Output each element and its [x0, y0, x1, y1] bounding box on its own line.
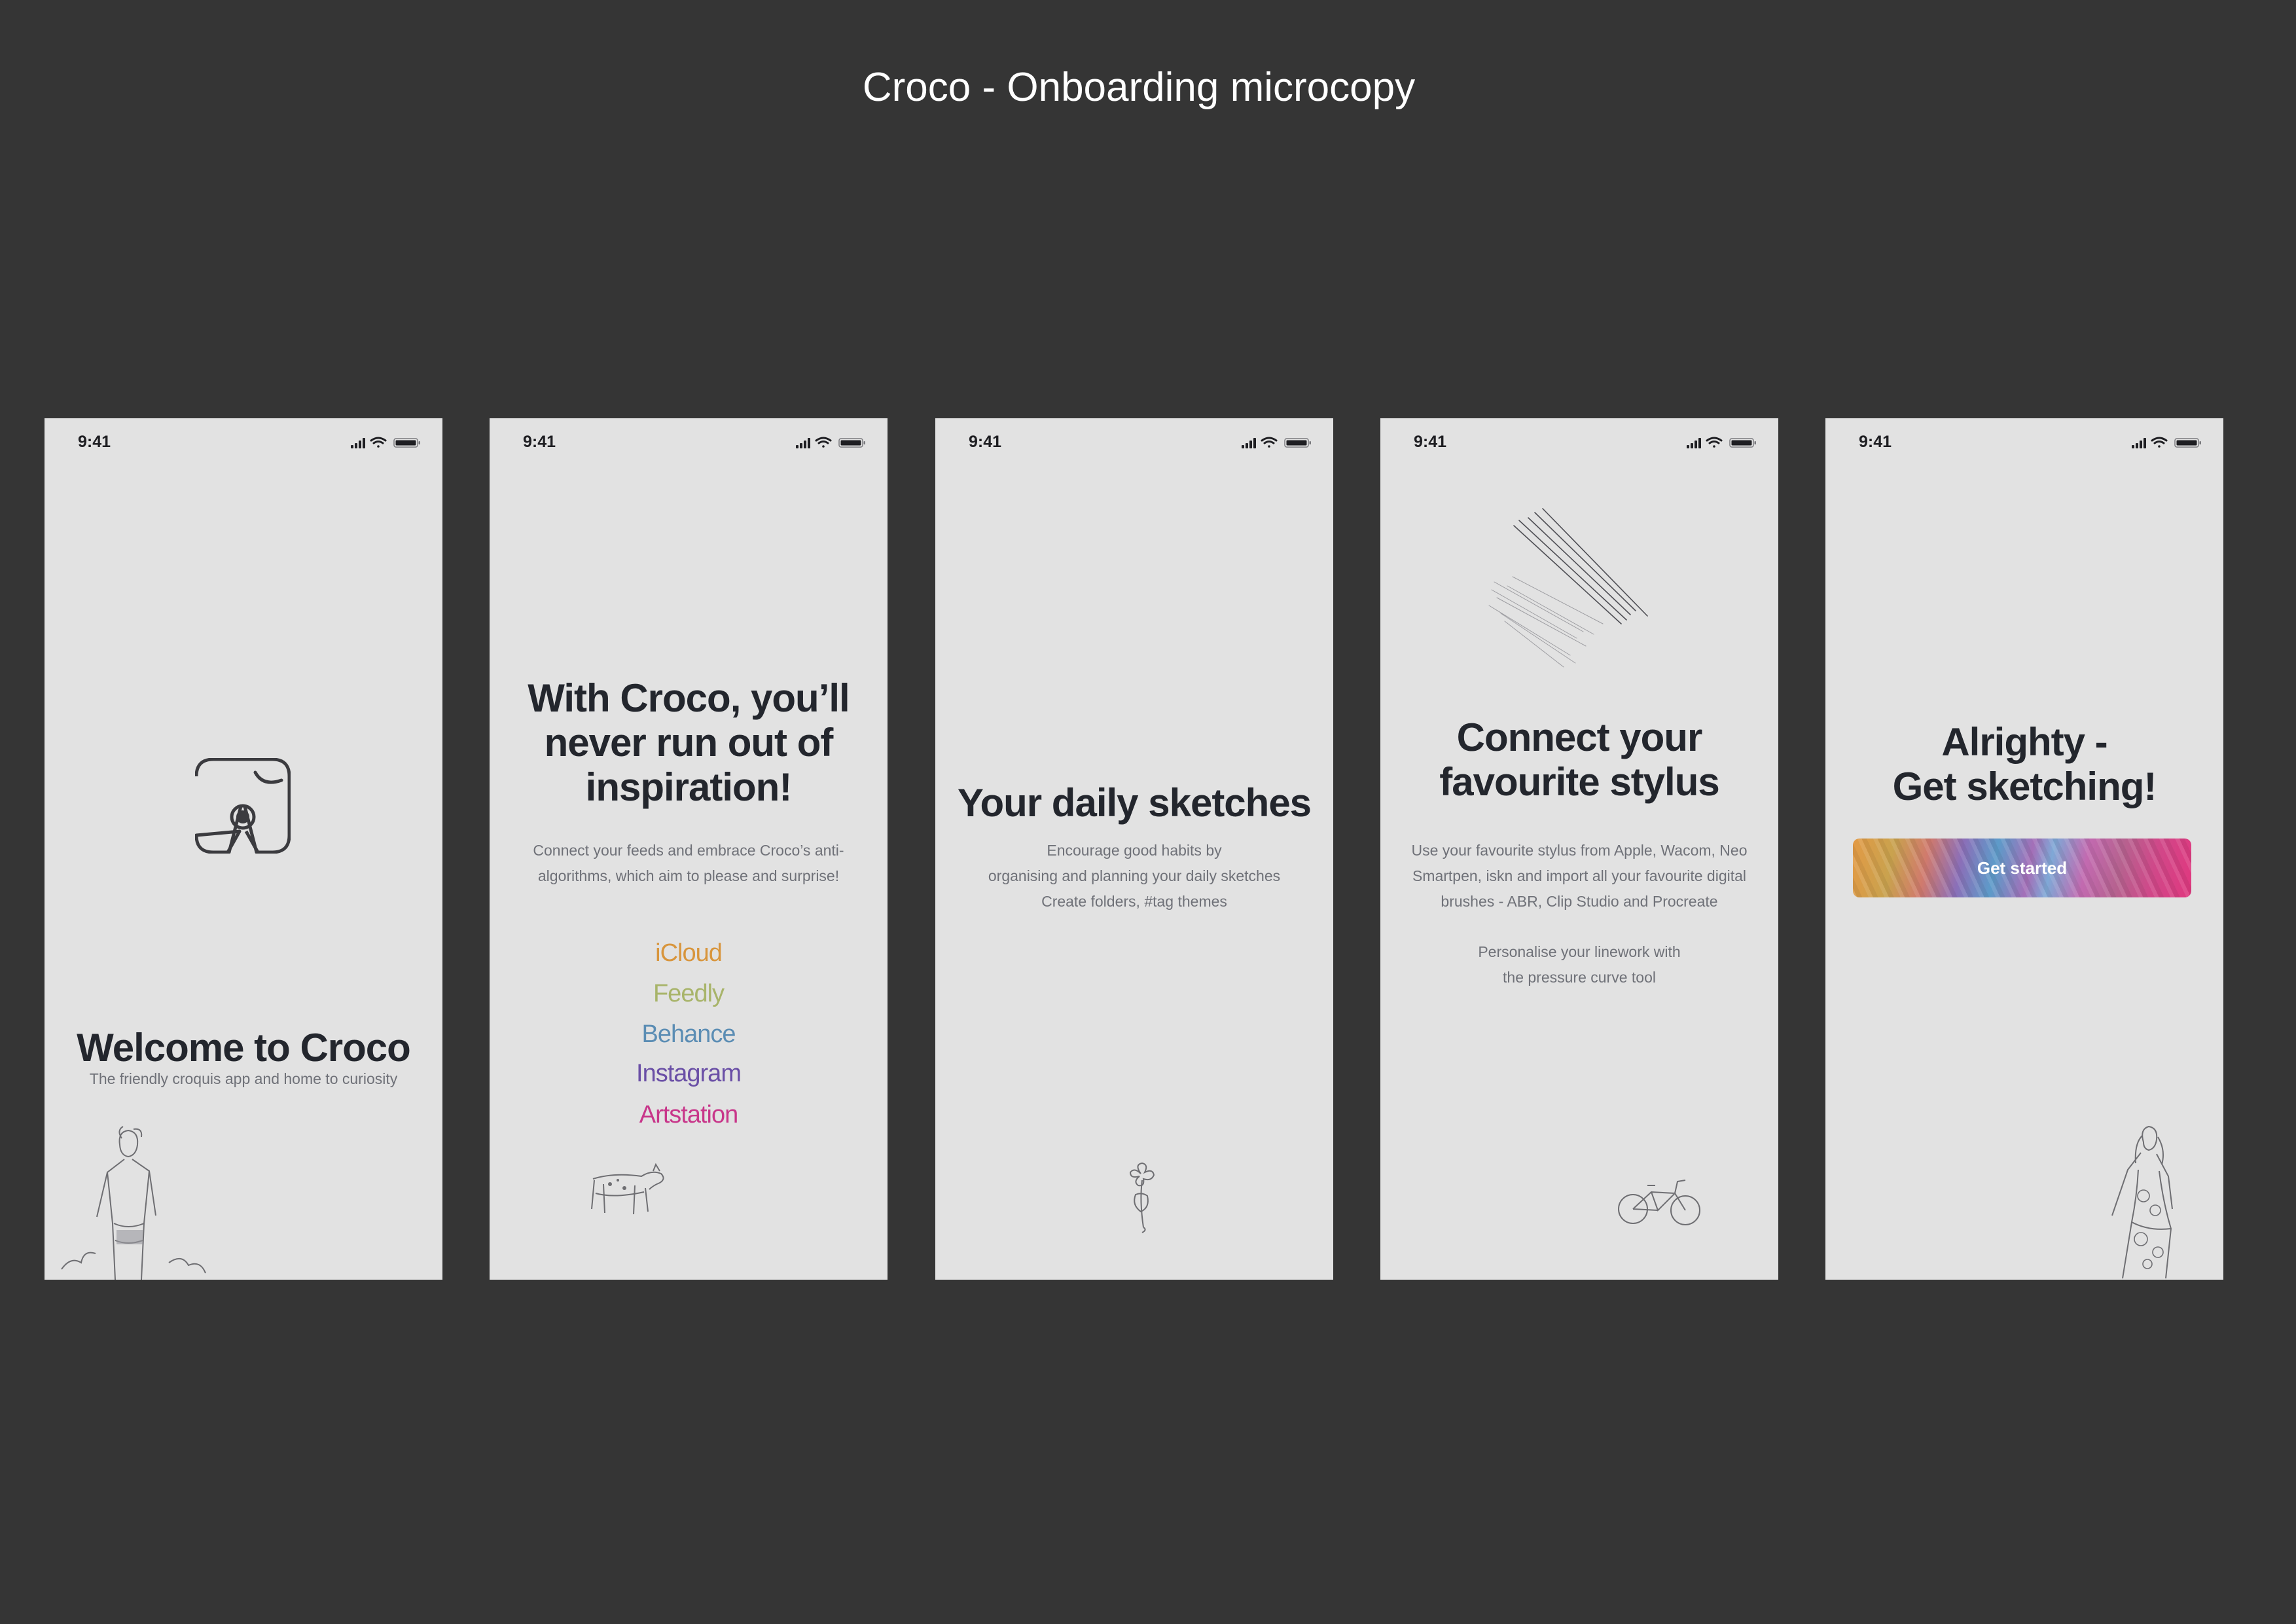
wifi-icon [815, 437, 832, 448]
wifi-icon [370, 437, 387, 448]
screen-body-secondary: Personalise your linework with the press… [1478, 943, 1681, 986]
screen-heading: Welcome to Croco [77, 1026, 411, 1070]
cellular-signal-icon [1687, 438, 1701, 448]
status-icons [1687, 437, 1756, 448]
status-bar: 9:41 [1825, 418, 2223, 464]
dog-sketch-illustration [591, 1163, 664, 1215]
bicycle-sketch-illustration [1618, 1180, 1700, 1225]
pencil-strokes-illustration [1488, 508, 1648, 668]
screen-welcome: 9:41 Welcome to Croco The friendly croqu… [45, 418, 442, 1280]
status-bar: 9:41 [490, 418, 888, 464]
status-time: 9:41 [1859, 433, 1892, 451]
screen-heading: Connect your favourite stylus [1439, 715, 1719, 804]
status-bar: 9:41 [45, 418, 442, 464]
screen-heading: Your daily sketches [957, 781, 1312, 825]
battery-icon [1284, 438, 1311, 448]
status-time: 9:41 [523, 433, 556, 451]
battery-icon [2174, 438, 2201, 448]
status-bar: 9:41 [935, 418, 1333, 464]
service-link-feedly[interactable]: Feedly [490, 980, 888, 1008]
status-time: 9:41 [1414, 433, 1447, 451]
service-link-icloud[interactable]: iCloud [490, 939, 888, 967]
page-title: Croco - Onboarding microcopy [862, 65, 1416, 110]
screen-heading: Alrighty - Get sketching! [1892, 720, 2157, 808]
screen-stylus: 9:41 Connect your favourite stylus Use y… [1380, 418, 1778, 1280]
cellular-signal-icon [796, 438, 810, 448]
screen-get-sketching: 9:41 Alrighty - Get sketching! Get start… [1825, 418, 2223, 1280]
woman-dress-sketch-illustration [2111, 1125, 2173, 1279]
battery-icon [1729, 438, 1756, 448]
status-time: 9:41 [969, 433, 1002, 451]
cellular-signal-icon [2132, 438, 2146, 448]
screen-heading: With Croco, you’ll never run out of insp… [528, 676, 850, 809]
status-bar: 9:41 [1380, 418, 1778, 464]
service-link-artstation[interactable]: Artstation [490, 1101, 888, 1129]
battery-icon [393, 438, 420, 448]
service-link-instagram[interactable]: Instagram [490, 1060, 888, 1088]
figure-sketch-illustration [61, 1126, 206, 1280]
battery-icon [838, 438, 865, 448]
status-icons [351, 437, 420, 448]
wifi-icon [1261, 437, 1278, 448]
screen-body: Encourage good habits by organising and … [988, 842, 1281, 910]
wifi-icon [2151, 437, 2168, 448]
screen-body: Connect your feeds and embrace Croco’s a… [533, 842, 844, 884]
cellular-signal-icon [351, 438, 365, 448]
status-time: 9:41 [78, 433, 111, 451]
screen-daily-sketches: 9:41 Your daily sketches Encourage good … [935, 418, 1333, 1280]
croco-logo-icon [195, 758, 291, 854]
wifi-icon [1706, 437, 1723, 448]
get-started-label: Get started [1977, 857, 2068, 878]
screen-inspiration: 9:41 With Croco, you’ll never run out of… [490, 418, 888, 1280]
canvas: Croco - Onboarding microcopy 9:41 Welcom… [0, 0, 2296, 1624]
screen-body: The friendly croquis app and home to cur… [89, 1070, 398, 1087]
service-link-behance[interactable]: Behance [490, 1020, 888, 1049]
status-icons [1242, 437, 1311, 448]
flower-sketch-illustration [1129, 1162, 1155, 1233]
cellular-signal-icon [1242, 438, 1256, 448]
status-icons [796, 437, 865, 448]
status-icons [2132, 437, 2201, 448]
screen-body: Use your favourite stylus from Apple, Wa… [1411, 842, 1748, 910]
get-started-button[interactable]: Get started [1853, 839, 2191, 897]
